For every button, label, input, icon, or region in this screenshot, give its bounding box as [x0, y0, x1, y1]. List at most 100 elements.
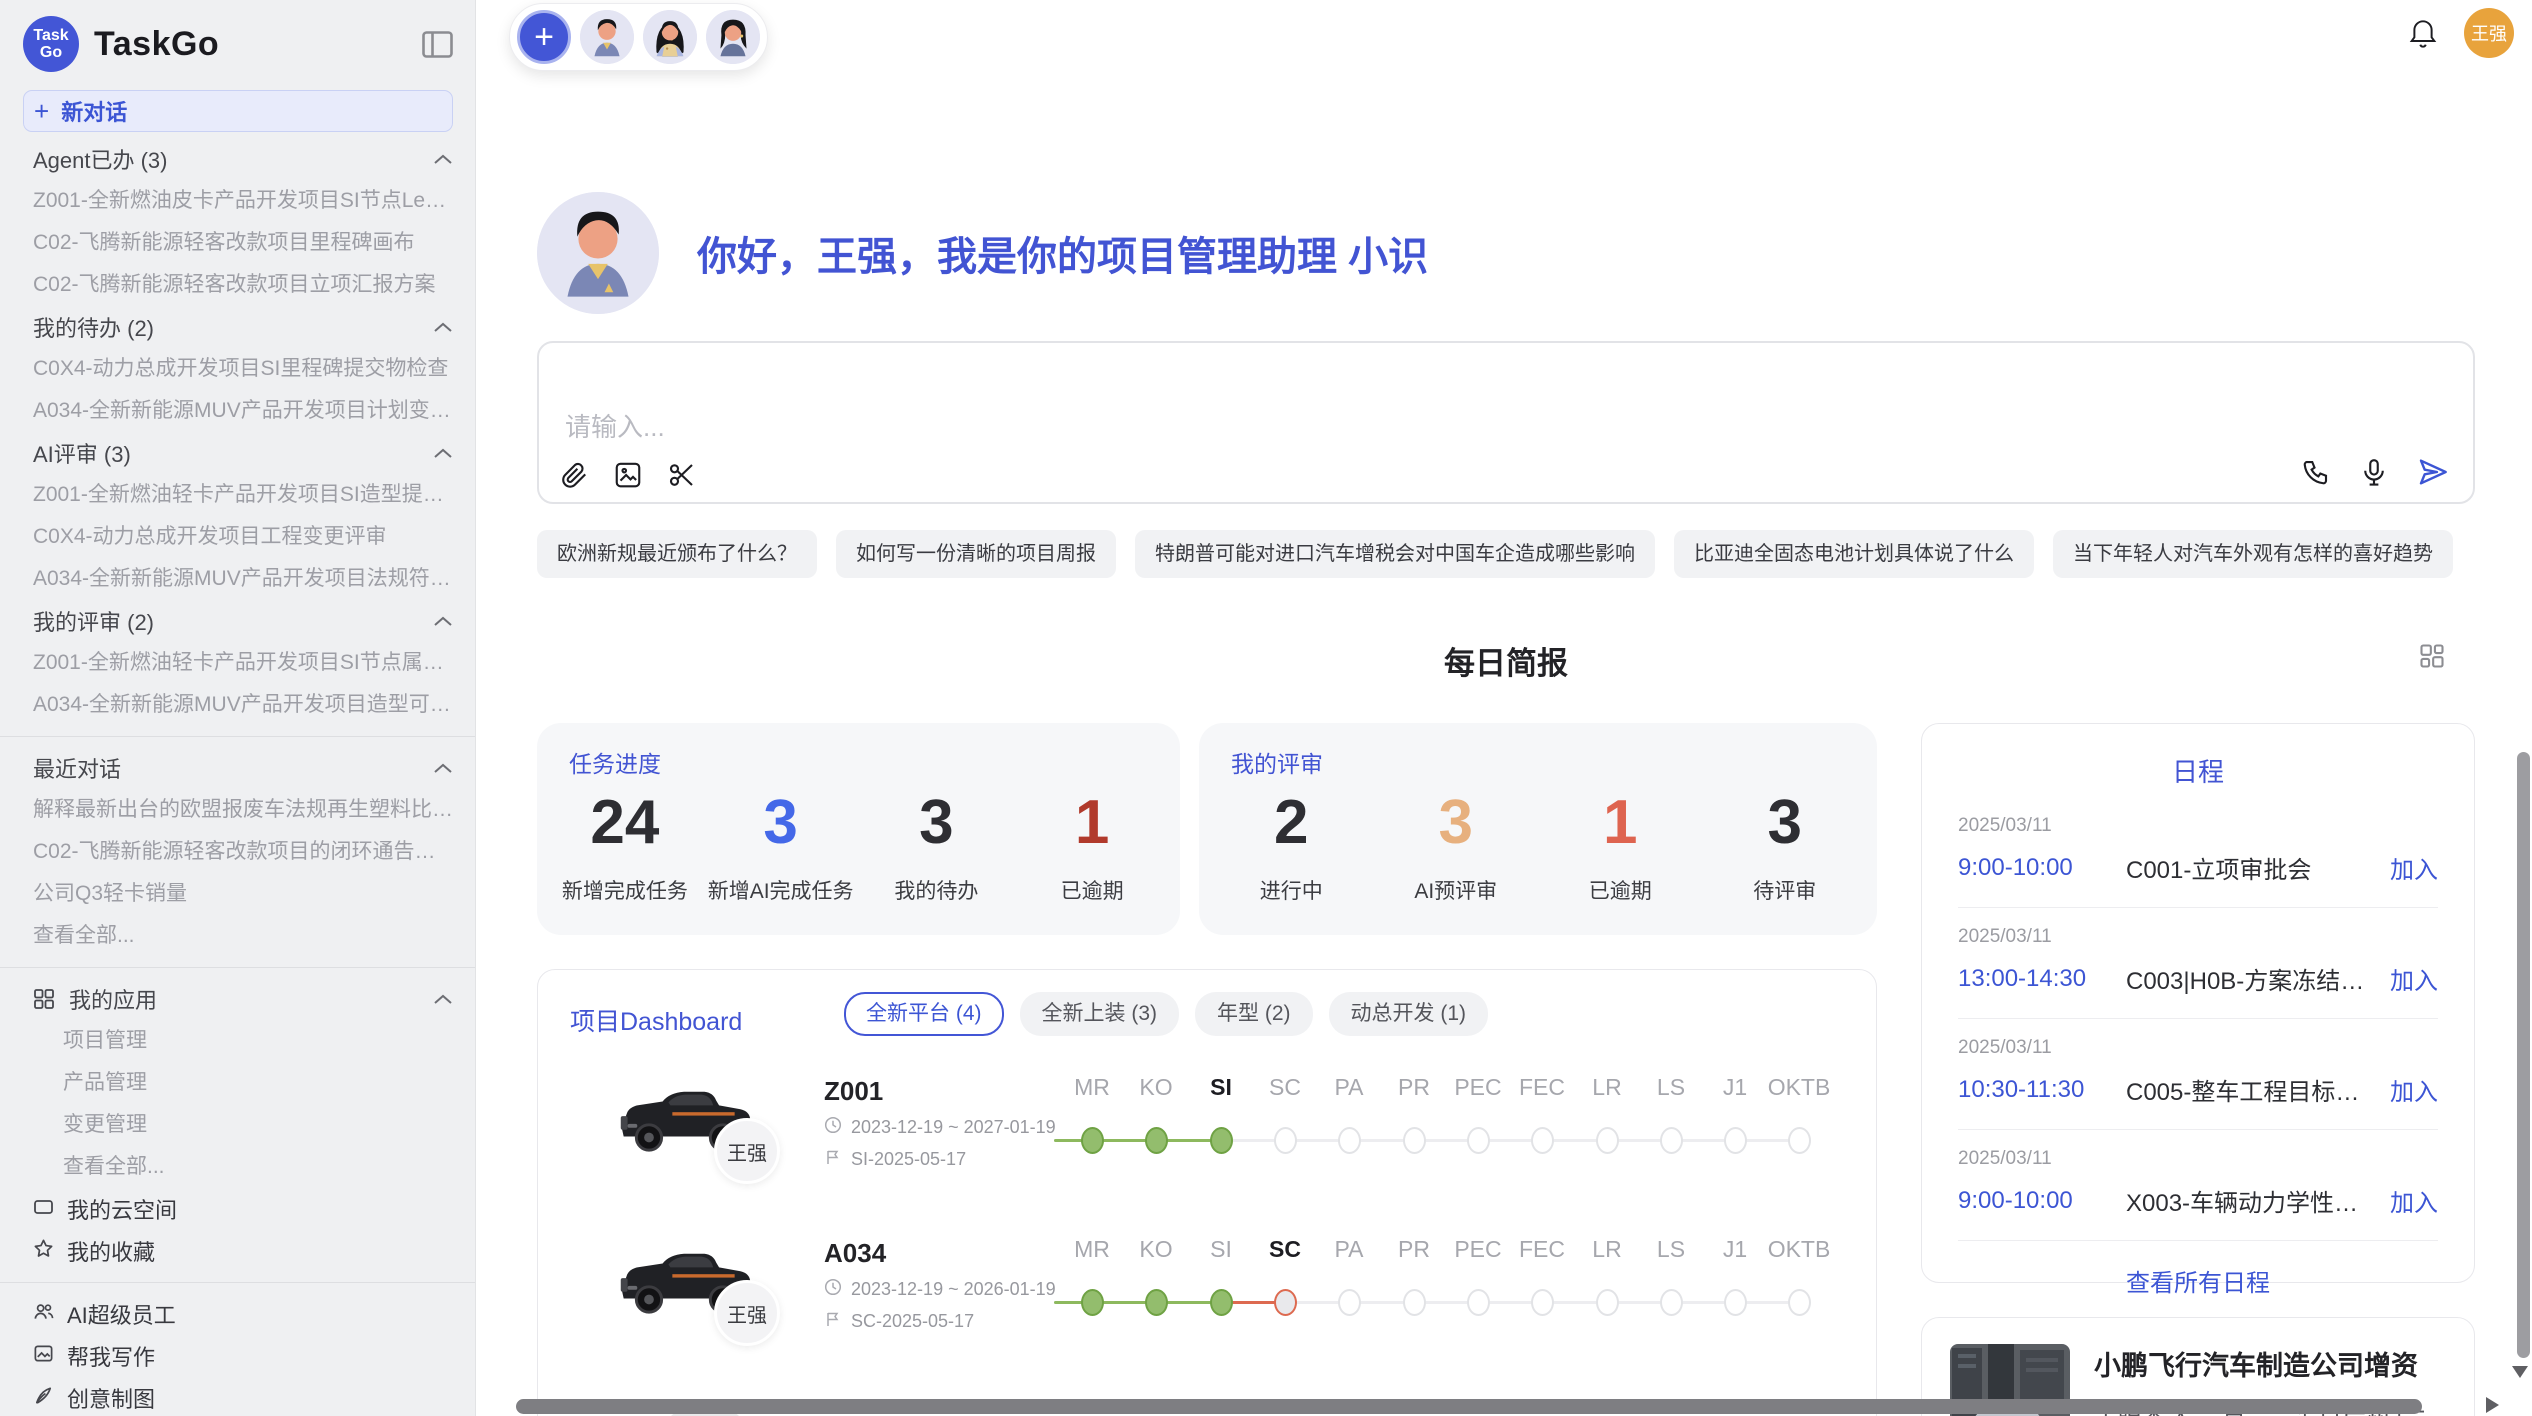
milestone-dot[interactable] — [1403, 1127, 1426, 1154]
milestone-dot[interactable] — [1788, 1289, 1811, 1316]
milestone-dot[interactable] — [1596, 1127, 1619, 1154]
milestone-dot-done[interactable] — [1081, 1127, 1104, 1154]
sidebar-section-agent-done[interactable]: Agent已办 (3) — [23, 138, 453, 180]
sidebar-section-ai-review[interactable]: AI评审 (3) — [23, 432, 453, 474]
grid-icon[interactable] — [2418, 642, 2446, 670]
milestone-dot[interactable] — [1467, 1127, 1490, 1154]
stat-new-completed[interactable]: 24 新增完成任务 — [547, 787, 703, 905]
mic-icon[interactable] — [2359, 457, 2389, 487]
schedule-item[interactable]: 2025/03/11 9:00-10:00 C001-立项审批会 加入 — [1958, 797, 2438, 908]
stat-overdue[interactable]: 1 已逾期 — [1538, 787, 1703, 905]
milestone-dot[interactable] — [1531, 1289, 1554, 1316]
join-link[interactable]: 加入 — [2390, 850, 2438, 885]
stat-pending-review[interactable]: 3 待评审 — [1703, 787, 1868, 905]
suggestion-chip[interactable]: 欧洲新规最近颁布了什么？ — [537, 530, 817, 578]
sidebar-item[interactable]: Z001-全新燃油轻卡产品开发项目SI节点属性5D文件评审 — [23, 642, 453, 684]
sidebar-item-creative-drawing[interactable]: 创意制图 — [23, 1377, 453, 1416]
suggestion-chip[interactable]: 特朗普可能对进口汽车增税会对中国车企造成哪些影响 — [1135, 530, 1655, 578]
contact-avatar[interactable] — [706, 10, 760, 64]
milestone-dot[interactable] — [1660, 1127, 1683, 1154]
join-link[interactable]: 加入 — [2390, 961, 2438, 996]
milestone-dot[interactable] — [1338, 1127, 1361, 1154]
milestone-dot-done[interactable] — [1210, 1127, 1233, 1154]
join-link[interactable]: 加入 — [2390, 1183, 2438, 1218]
schedule-item[interactable]: 2025/03/11 10:30-11:30 C005-整车工程目标评审 加入 — [1958, 1019, 2438, 1130]
sidebar-item[interactable]: Z001-全新燃油轻卡产品开发项目SI造型提交物评审 — [23, 474, 453, 516]
sidebar-item[interactable]: A034-全新新能源MUV产品开发项目法规符合性评审 — [23, 558, 453, 600]
chevron-up-icon[interactable] — [433, 447, 453, 459]
send-icon[interactable] — [2417, 456, 2449, 488]
sidebar-item-cloud-space[interactable]: 我的云空间 — [23, 1188, 453, 1230]
sidebar-section-my-apps[interactable]: 我的应用 — [23, 978, 453, 1020]
suggestion-chip[interactable]: 比亚迪全固态电池计划具体说了什么 — [1674, 530, 2034, 578]
stat-ai-prereview[interactable]: 3 AI预评审 — [1374, 787, 1539, 905]
chevron-up-icon[interactable] — [433, 153, 453, 165]
chevron-up-icon[interactable] — [433, 762, 453, 774]
recent-conversation[interactable]: 公司Q3轻卡销量 — [23, 873, 453, 915]
sidebar-item[interactable]: C0X4-动力总成开发项目工程变更评审 — [23, 516, 453, 558]
image-icon[interactable] — [613, 460, 643, 490]
scroll-right-arrow[interactable] — [2486, 1397, 2499, 1413]
stat-new-ai-completed[interactable]: 3 新增AI完成任务 — [703, 787, 859, 905]
app-item-product-mgmt[interactable]: 产品管理 — [23, 1062, 453, 1104]
chevron-up-icon[interactable] — [433, 993, 453, 1005]
milestone-dot-overdue[interactable] — [1274, 1289, 1297, 1316]
project-row[interactable]: 王强 A034 2023-12-19 ~ 2026-01-19 SC-2025-… — [538, 1218, 1876, 1380]
sidebar-item-favorites[interactable]: 我的收藏 — [23, 1230, 453, 1272]
paperclip-icon[interactable] — [559, 460, 589, 490]
sidebar-item[interactable]: C0X4-动力总成开发项目SI里程碑提交物检查 — [23, 348, 453, 390]
milestone-dot[interactable] — [1274, 1127, 1297, 1154]
horizontal-scrollbar[interactable] — [516, 1399, 2422, 1414]
stat-overdue[interactable]: 1 已逾期 — [1014, 787, 1170, 905]
chevron-up-icon[interactable] — [433, 615, 453, 627]
milestone-dot[interactable] — [1788, 1127, 1811, 1154]
sidebar-item[interactable]: A034-全新新能源MUV产品开发项目造型可行性评审 — [23, 684, 453, 726]
view-all-schedule-link[interactable]: 查看所有日程 — [1922, 1263, 2474, 1298]
sidebar-item-ai-super-staff[interactable]: AI超级员工 — [23, 1293, 453, 1335]
stat-my-todo[interactable]: 3 我的待办 — [859, 787, 1015, 905]
project-row[interactable]: 王强 Z001 2023-12-19 ~ 2027-01-19 SI-2025-… — [538, 1056, 1876, 1218]
join-link[interactable]: 加入 — [2390, 1072, 2438, 1107]
milestone-dot[interactable] — [1596, 1289, 1619, 1316]
sidebar-item[interactable]: A034-全新新能源MUV产品开发项目计划变更表编写 — [23, 390, 453, 432]
schedule-item[interactable]: 2025/03/11 9:00-10:00 X003-车辆动力学性能验... 加… — [1958, 1130, 2438, 1241]
tab-powertrain[interactable]: 动总开发 (1) — [1329, 992, 1489, 1036]
view-all-conversations[interactable]: 查看全部... — [23, 915, 453, 957]
scroll-down-arrow[interactable] — [2512, 1366, 2528, 1378]
milestone-dot[interactable] — [1724, 1289, 1747, 1316]
sidebar-item-help-me-write[interactable]: 帮我写作 — [23, 1335, 453, 1377]
suggestion-chip[interactable]: 如何写一份清晰的项目周报 — [836, 530, 1116, 578]
sidebar-item[interactable]: Z001-全新燃油皮卡产品开发项目SI节点Lesson Learn报告 — [23, 180, 453, 222]
scissors-icon[interactable] — [667, 460, 697, 490]
milestone-dot[interactable] — [1531, 1127, 1554, 1154]
tab-year-model[interactable]: 年型 (2) — [1195, 992, 1313, 1036]
sidebar-section-recent[interactable]: 最近对话 — [23, 747, 453, 789]
suggestion-chip[interactable]: 当下年轻人对汽车外观有怎样的喜好趋势 — [2053, 530, 2453, 578]
milestone-dot[interactable] — [1338, 1289, 1361, 1316]
view-all-apps[interactable]: 查看全部... — [23, 1146, 453, 1188]
phone-icon[interactable] — [2301, 457, 2331, 487]
bell-icon[interactable] — [2408, 17, 2438, 49]
contact-avatar[interactable] — [580, 10, 634, 64]
schedule-item[interactable]: 2025/03/11 13:00-14:30 C003|H0B-方案冻结评审 加… — [1958, 908, 2438, 1019]
sidebar-section-my-review[interactable]: 我的评审 (2) — [23, 600, 453, 642]
add-contact-button[interactable]: + — [517, 10, 571, 64]
sidebar-section-my-todo[interactable]: 我的待办 (2) — [23, 306, 453, 348]
new-chat-button[interactable]: + 新对话 — [23, 90, 453, 132]
milestone-dot[interactable] — [1724, 1127, 1747, 1154]
tab-new-body[interactable]: 全新上装 (3) — [1020, 992, 1180, 1036]
recent-conversation[interactable]: C02-飞腾新能源轻客改款项目的闭环通告反馈情况 — [23, 831, 453, 873]
tab-new-platform[interactable]: 全新平台 (4) — [844, 992, 1004, 1036]
app-item-change-mgmt[interactable]: 变更管理 — [23, 1104, 453, 1146]
vertical-scrollbar[interactable] — [2517, 752, 2530, 1358]
user-avatar[interactable]: 王强 — [2464, 8, 2514, 58]
milestone-dot[interactable] — [1403, 1289, 1426, 1316]
sidebar-item[interactable]: C02-飞腾新能源轻客改款项目里程碑画布 — [23, 222, 453, 264]
sidebar-collapse-icon[interactable] — [422, 31, 453, 58]
message-composer[interactable]: 请输入... — [537, 341, 2475, 504]
milestone-dot[interactable] — [1467, 1289, 1490, 1316]
recent-conversation[interactable]: 解释最新出台的欧盟报废车法规再生塑料比例被调至15%... — [23, 789, 453, 831]
milestone-dot-done[interactable] — [1210, 1289, 1233, 1316]
chevron-up-icon[interactable] — [433, 321, 453, 333]
milestone-dot-done[interactable] — [1145, 1127, 1168, 1154]
